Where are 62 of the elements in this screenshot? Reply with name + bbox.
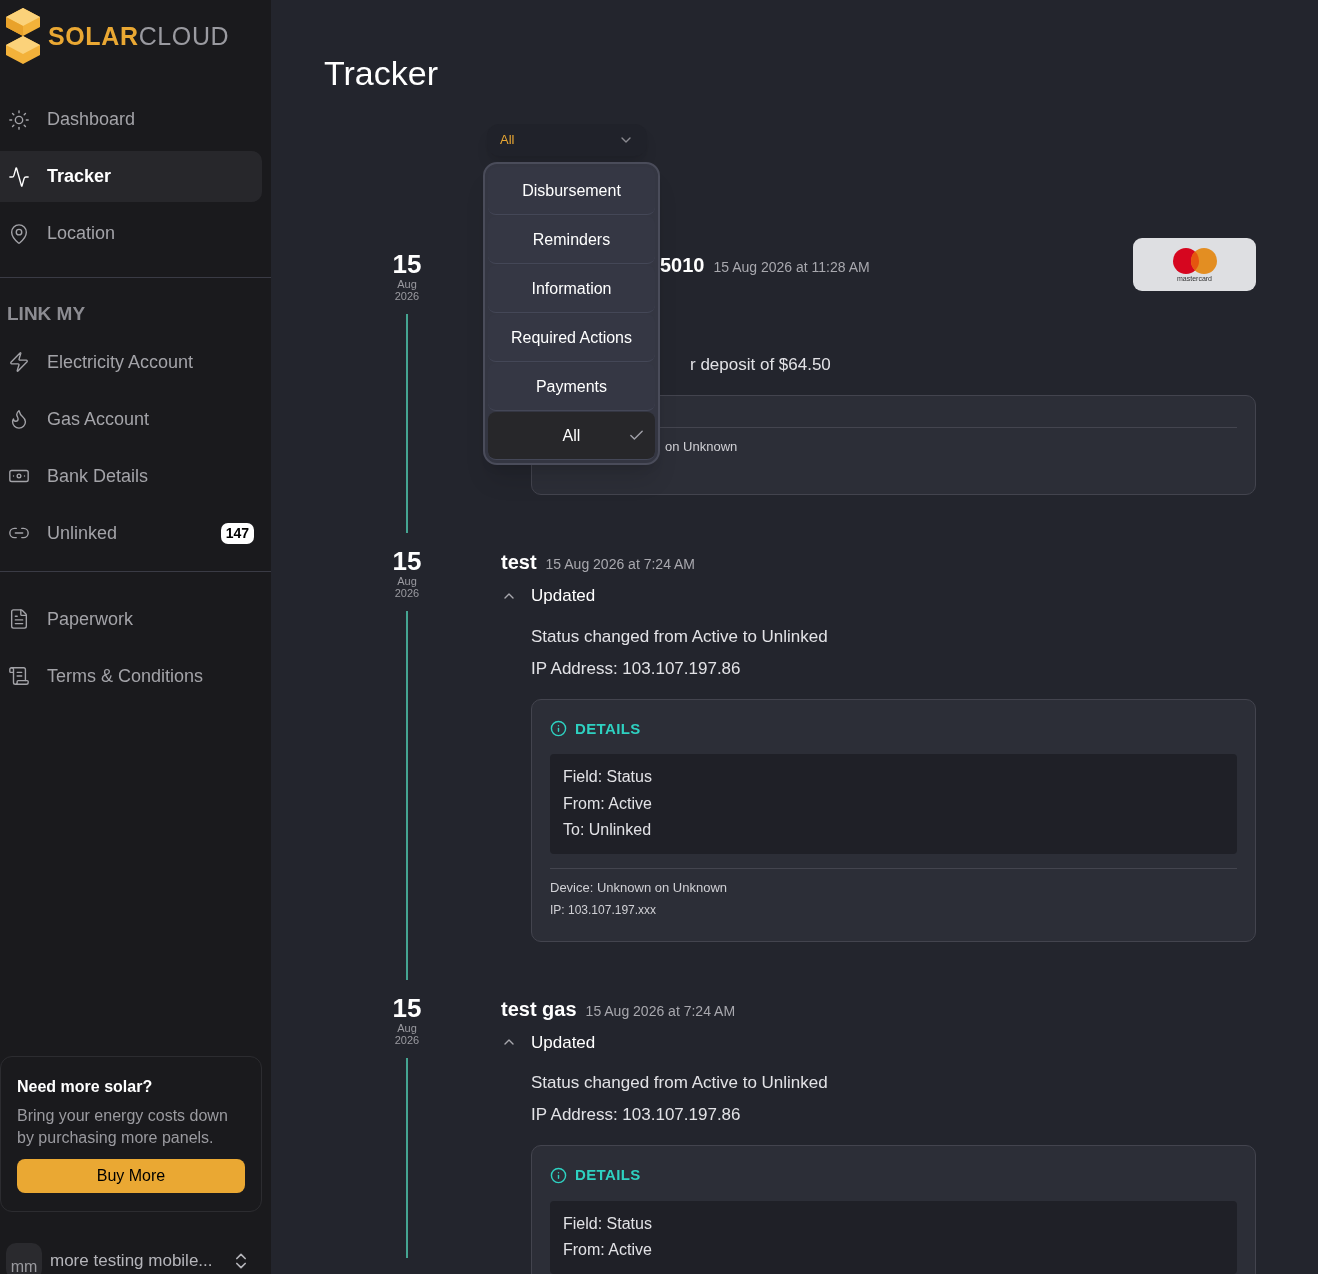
count-badge: 147 [220, 522, 254, 544]
promo-title: Need more solar? [17, 1077, 154, 1097]
details-heading: DETAILS [575, 718, 641, 739]
nav-item[interactable]: Terms & Conditions [0, 650, 262, 702]
date-day: 15 [392, 250, 422, 278]
detail-line: Field: Status [563, 767, 653, 787]
nav-item[interactable]: Gas Account [0, 393, 262, 445]
nav-item[interactable]: Electricity Account [0, 336, 262, 388]
date-year: 2026 [394, 290, 420, 302]
entry-text: IP Address: 103.107.197.86 [531, 657, 742, 680]
map-pin-icon [8, 222, 30, 245]
user-name: more testing mobile... [50, 1250, 214, 1273]
entry-title: 5010 [660, 253, 705, 278]
page-title: Tracker [324, 53, 439, 94]
document-icon [8, 608, 30, 630]
entry-action: Updated [531, 585, 596, 607]
date-year: 2026 [394, 1033, 420, 1046]
entry-text: r deposit of $64.50 [690, 354, 832, 376]
info-icon [550, 720, 567, 738]
date-month: Aug [397, 1021, 417, 1034]
nav-item[interactable]: Paperwork [0, 593, 262, 645]
scroll-icon [8, 665, 30, 687]
details-heading: DETAILS [575, 1165, 641, 1185]
date-day: 15 [392, 547, 422, 575]
detail-line: From: Active [563, 1240, 653, 1260]
dropdown-option[interactable]: All [488, 412, 655, 460]
buy-more-button[interactable]: Buy More [17, 1159, 245, 1193]
date-month: Aug [397, 278, 417, 290]
detail-line: To: Unlinked [563, 820, 653, 840]
entry-action: Updated [531, 1031, 596, 1054]
nav-item[interactable]: Bank Details [0, 450, 262, 502]
device-text: on Unknown [665, 438, 739, 456]
promo-text: Bring your energy costs down by purchasing more panels. [17, 1106, 229, 1148]
date-year: 2026 [394, 587, 420, 599]
nav-item[interactable]: Tracker [0, 151, 262, 202]
brand-name: SOLARCLOUD [48, 23, 230, 49]
entry-title: test gas [501, 996, 577, 1022]
nav-item[interactable]: Dashboard [0, 94, 262, 145]
entry-title: test [501, 550, 537, 575]
detail-line: Field: Status [563, 1213, 653, 1234]
entry-time: 15 Aug 2026 at 11:28 AM [713, 258, 870, 277]
entry-text: IP Address: 103.107.197.86 [531, 1104, 742, 1126]
logo-icon [6, 8, 40, 64]
detail-line: From: Active [563, 793, 653, 814]
lightning-icon [8, 351, 30, 373]
overlapping-circles-icon [1171, 247, 1218, 275]
sun-icon [8, 108, 30, 131]
filter-dropdown[interactable]: All [487, 124, 647, 156]
date-month: Aug [397, 575, 417, 587]
device-text: Device: Unknown on Unknown [550, 878, 729, 897]
info-icon [550, 1166, 567, 1184]
pulse-icon [8, 165, 30, 188]
avatar: mm [6, 1243, 42, 1274]
entry-time: 15 Aug 2026 at 7:24 AM [585, 1001, 736, 1021]
entry-text: Status changed from Active to Unlinked [531, 1072, 829, 1094]
nav-item[interactable]: Location [0, 208, 262, 259]
section-heading: LINK MY [6, 302, 87, 326]
date-day: 15 [392, 993, 422, 1022]
nav-item[interactable]: Unlinked 147 [0, 507, 262, 559]
entry-time: 15 Aug 2026 at 7:24 AM [545, 555, 696, 574]
entry-text: Status changed from Active to Unlinked [531, 625, 829, 648]
ip-text: IP: 103.107.197.xxx [550, 901, 658, 919]
